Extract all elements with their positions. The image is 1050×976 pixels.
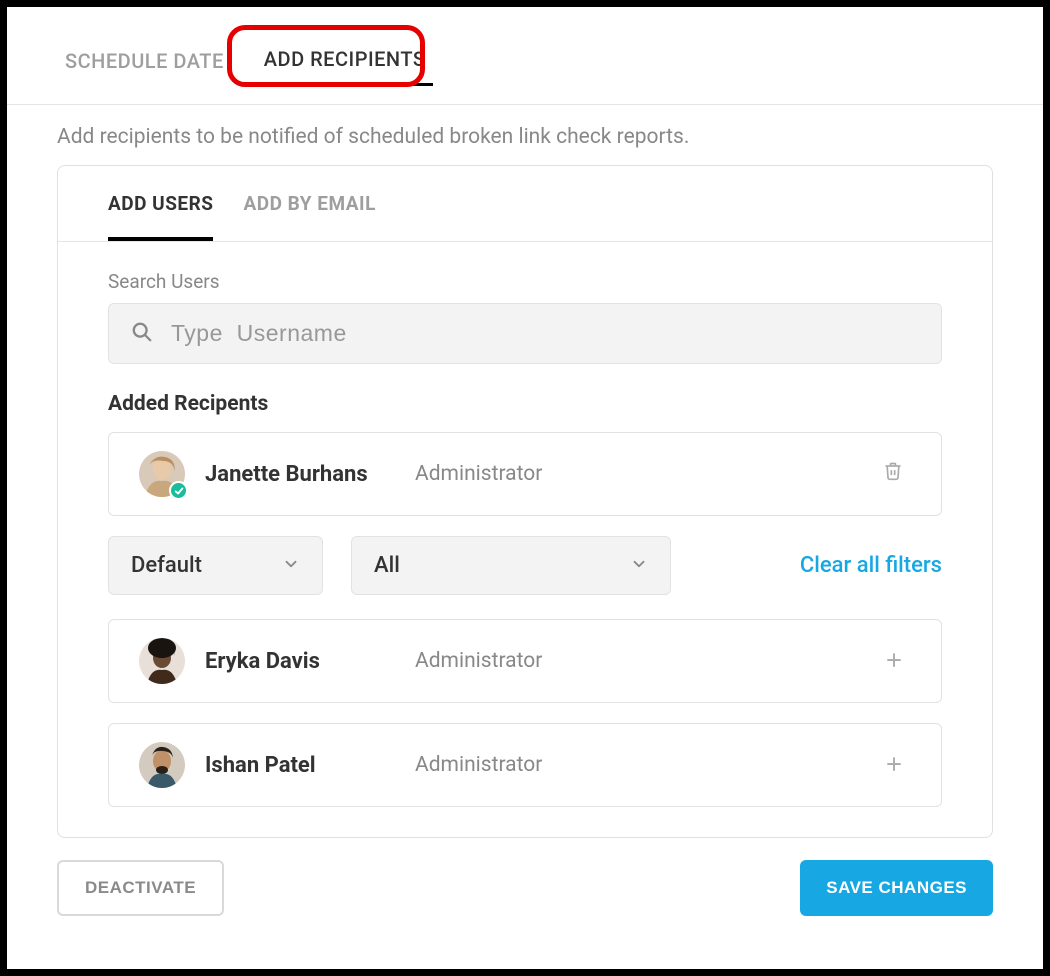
add-recipient-button[interactable] [877,747,911,783]
tab-add-by-email[interactable]: ADD BY EMAIL [243,166,375,241]
search-label: Search Users [108,270,942,293]
role-filter-dropdown[interactable]: All [351,536,671,595]
tab-add-users[interactable]: ADD USERS [108,166,213,241]
user-name: Ishan Patel [205,753,395,778]
added-recipient-row: Janette Burhans Administrator [108,432,942,516]
remove-recipient-button[interactable] [875,456,911,492]
avatar [139,451,185,497]
tab-schedule-date[interactable]: SCHEDULE DATE [57,37,232,85]
plus-icon [885,647,903,675]
available-user-row: Eryka Davis Administrator [108,619,942,703]
avatar [139,638,185,684]
footer-actions: DEACTIVATE SAVE CHANGES [7,838,1043,916]
available-user-row: Ishan Patel Administrator [108,723,942,807]
top-tabs: SCHEDULE DATE ADD RECIPIENTS [7,7,1043,105]
search-icon [131,321,153,347]
recipients-panel: ADD USERS ADD BY EMAIL Search Users Adde… [57,165,993,838]
save-changes-button[interactable]: SAVE CHANGES [800,860,993,916]
trash-icon [883,460,903,488]
search-input[interactable] [171,320,919,347]
role-filter-label: All [374,553,400,578]
search-users-field[interactable] [108,303,942,364]
add-recipient-button[interactable] [877,643,911,679]
deactivate-button[interactable]: DEACTIVATE [57,860,224,916]
plus-icon [885,751,903,779]
added-recipients-header: Added Recipents [108,392,942,416]
user-name: Eryka Davis [205,649,395,674]
chevron-down-icon [282,555,300,577]
avatar [139,742,185,788]
filter-row: Default All Clear all filters [108,536,942,595]
chevron-down-icon [630,555,648,577]
clear-filters-link[interactable]: Clear all filters [800,553,942,578]
sort-dropdown-label: Default [131,553,202,578]
sub-tabs: ADD USERS ADD BY EMAIL [58,166,992,242]
user-role: Administrator [415,462,855,486]
user-role: Administrator [415,649,857,673]
sort-dropdown[interactable]: Default [108,536,323,595]
user-role: Administrator [415,753,857,777]
check-badge-icon [169,481,188,500]
tab-add-recipients[interactable]: ADD RECIPIENTS [256,35,434,86]
description-text: Add recipients to be notified of schedul… [7,105,1043,165]
user-name: Janette Burhans [205,462,395,487]
